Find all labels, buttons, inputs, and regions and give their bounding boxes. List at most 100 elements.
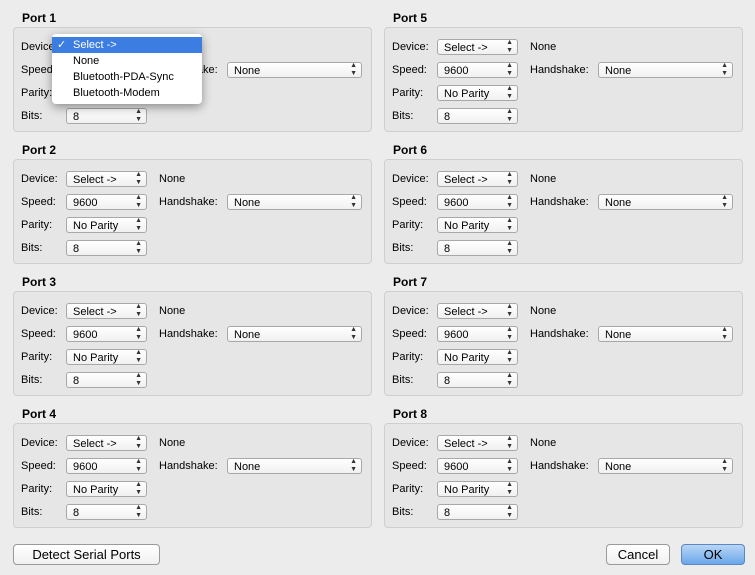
device-select[interactable]: Select -> ▲▼ [437, 171, 518, 187]
menu-item-none[interactable]: None [52, 53, 202, 69]
bits-select[interactable]: 8 ▲ ▼ [66, 108, 147, 124]
device-select[interactable]: Select -> ▲▼ [66, 171, 147, 187]
port-settings-box: Device:Speed:Parity:Bits:Select ->▲▼None… [384, 27, 743, 132]
speed-select[interactable]: 9600 ▲▼ [66, 458, 147, 474]
device-select-value: Select -> [444, 42, 488, 54]
detect-serial-ports-button[interactable]: Detect Serial Ports [13, 544, 160, 565]
parity-select[interactable]: No Parity ▲▼ [437, 481, 518, 497]
device-label: Device: [21, 437, 58, 449]
parity-select[interactable]: No Parity ▲▼ [437, 349, 518, 365]
updown-arrows-icon: ▲▼ [506, 62, 513, 77]
handshake-label: Handshake: [159, 196, 218, 208]
updown-arrows-icon: ▲▼ [506, 171, 513, 186]
port-title: Port 4 [22, 407, 57, 421]
handshake-select[interactable]: None ▲ ▼ [227, 458, 362, 474]
speed-select[interactable]: 9600 ▲▼ [437, 326, 518, 342]
parity-select[interactable]: No Parity ▲▼ [66, 349, 147, 365]
device-label: Device: [392, 437, 429, 449]
menu-item-bluetooth-modem[interactable]: Bluetooth-Modem [52, 85, 202, 101]
cancel-button[interactable]: Cancel [606, 544, 670, 565]
port-settings-box: Device:Speed:Parity:Bits:Select ->▲▼None… [13, 423, 372, 528]
handshake-label: Handshake: [159, 328, 218, 340]
parity-select[interactable]: No Parity ▲▼ [437, 217, 518, 233]
device-label: Device: [21, 173, 58, 185]
speed-select-value: 9600 [73, 461, 98, 473]
speed-label: Speed: [21, 196, 56, 208]
speed-select-value: 9600 [444, 329, 469, 341]
parity-label: Parity: [21, 483, 53, 495]
menu-item-select[interactable]: ✓ Select -> [52, 37, 202, 53]
bits-select[interactable]: 8 ▲ ▼ [437, 108, 518, 124]
updown-arrows-icon: ▲▼ [506, 435, 513, 450]
device-select-value: Select -> [444, 174, 488, 186]
device-value: None [159, 437, 186, 449]
device-select[interactable]: Select -> ▲▼ [66, 303, 147, 319]
device-select[interactable]: Select -> ▲▼ [437, 39, 518, 55]
parity-select[interactable]: No Parity ▲▼ [66, 217, 147, 233]
device-select[interactable]: Select -> ▲▼ [66, 435, 147, 451]
updown-arrows-icon: ▲▼ [135, 194, 142, 209]
device-value: None [159, 173, 186, 185]
updown-arrows-icon: ▲▼ [350, 194, 357, 209]
handshake-select[interactable]: None ▲ ▼ [227, 326, 362, 342]
bits-label: Bits: [21, 242, 43, 254]
speed-label: Speed: [392, 328, 427, 340]
port-settings-box: Device:Speed:Parity:Bits:Select ->▲▼None… [13, 159, 372, 264]
parity-label: Parity: [392, 87, 424, 99]
bits-select[interactable]: 8 ▲ ▼ [437, 504, 518, 520]
updown-arrows-icon: ▲▼ [135, 349, 142, 364]
bits-select[interactable]: 8 ▲ ▼ [66, 372, 147, 388]
bits-select[interactable]: 8 ▲ ▼ [437, 372, 518, 388]
updown-arrows-icon: ▲▼ [135, 504, 142, 519]
parity-label: Parity: [392, 219, 424, 231]
handshake-select[interactable]: None ▲ ▼ [598, 458, 733, 474]
parity-select-value: No Parity [73, 352, 119, 364]
bits-label: Bits: [21, 374, 43, 386]
updown-arrows-icon: ▲▼ [506, 85, 513, 100]
handshake-label: Handshake: [530, 64, 589, 76]
menu-item-bluetooth-pda-sync[interactable]: Bluetooth-PDA-Sync [52, 69, 202, 85]
bits-select[interactable]: 8 ▲ ▼ [437, 240, 518, 256]
parity-select[interactable]: No Parity ▲▼ [437, 85, 518, 101]
bits-select-value: 8 [444, 111, 451, 123]
speed-select-value: 9600 [444, 197, 469, 209]
speed-select[interactable]: 9600 ▲▼ [66, 194, 147, 210]
speed-select-value: 9600 [73, 329, 98, 341]
speed-select[interactable]: 9600 ▲▼ [437, 194, 518, 210]
device-select-value: Select -> [444, 438, 488, 450]
device-select-value: Select -> [73, 438, 117, 450]
speed-select[interactable]: 9600 ▲▼ [437, 458, 518, 474]
updown-arrows-icon: ▲▼ [721, 458, 728, 473]
port-title: Port 2 [22, 143, 57, 157]
updown-arrows-icon: ▲▼ [506, 458, 513, 473]
port-2-group: Port 2 Device: Speed: Parity: Bits: Select ->… [13, 143, 372, 275]
bits-select[interactable]: 8 ▲ ▼ [66, 504, 147, 520]
device-label: Device: [392, 41, 429, 53]
parity-select[interactable]: No Parity ▲▼ [66, 481, 147, 497]
bits-select[interactable]: 8 ▲ ▼ [66, 240, 147, 256]
port-title: Port 3 [22, 275, 57, 289]
updown-arrows-icon: ▲▼ [135, 240, 142, 255]
updown-arrows-icon: ▲▼ [350, 326, 357, 341]
bits-label: Bits: [392, 242, 414, 254]
handshake-select[interactable]: None ▲ ▼ [227, 194, 362, 210]
speed-select-value: 9600 [73, 197, 98, 209]
checkmark-icon: ✓ [57, 39, 67, 51]
parity-select-value: No Parity [444, 484, 490, 496]
handshake-select[interactable]: None ▲ ▼ [227, 62, 362, 78]
speed-select[interactable]: 9600 ▲▼ [66, 326, 147, 342]
device-dropdown-menu: ✓ Select -> None Bluetooth-PDA-Sync Bluet… [52, 34, 202, 104]
speed-select[interactable]: 9600 ▲▼ [437, 62, 518, 78]
device-select[interactable]: Select -> ▲▼ [437, 435, 518, 451]
port-settings-box: Device:Speed:Parity:Bits:Select ->▲▼None… [384, 159, 743, 264]
handshake-select[interactable]: None ▲ ▼ [598, 194, 733, 210]
handshake-select-value: None [605, 329, 632, 341]
handshake-select[interactable]: None ▲ ▼ [598, 62, 733, 78]
updown-arrows-icon: ▲▼ [506, 303, 513, 318]
ok-button[interactable]: OK [681, 544, 745, 565]
updown-arrows-icon: ▲▼ [506, 194, 513, 209]
device-select[interactable]: Select -> ▲▼ [437, 303, 518, 319]
handshake-select[interactable]: None ▲ ▼ [598, 326, 733, 342]
parity-select-value: No Parity [444, 88, 490, 100]
handshake-select-value: None [605, 65, 632, 77]
